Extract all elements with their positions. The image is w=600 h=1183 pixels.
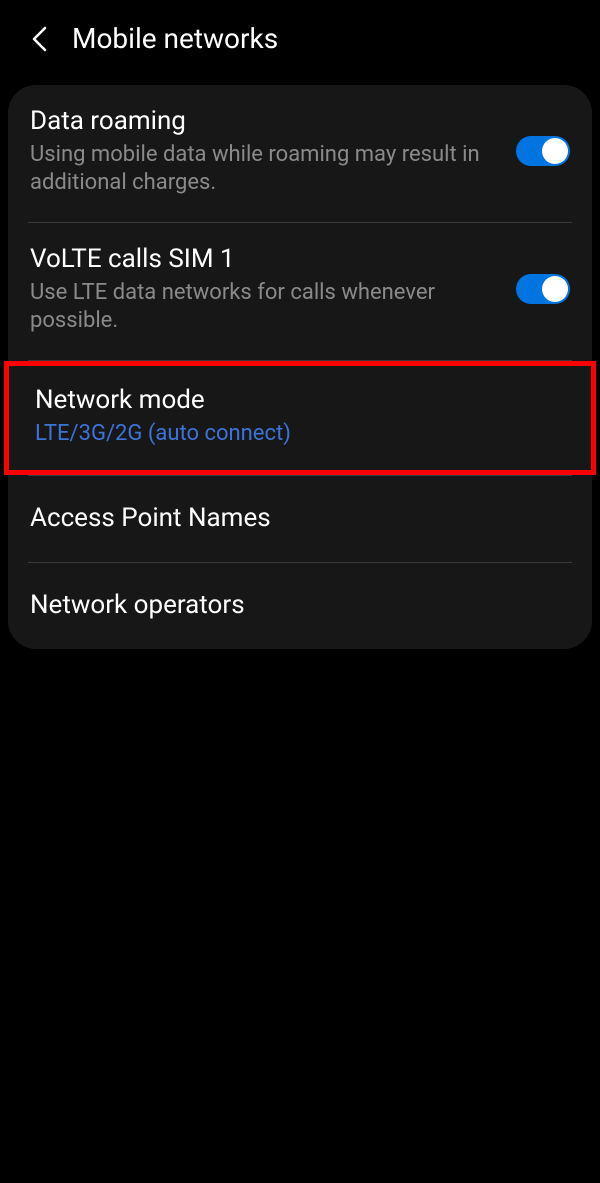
data-roaming-text: Data roaming Using mobile data while roa… (30, 105, 516, 198)
page-title: Mobile networks (72, 22, 278, 55)
network-mode-text: Network mode LTE/3G/2G (auto connect) (35, 384, 565, 448)
toggle-knob (542, 138, 568, 164)
network-mode-title: Network mode (35, 384, 549, 418)
network-mode-value: LTE/3G/2G (auto connect) (35, 420, 549, 449)
settings-card: Data roaming Using mobile data while roa… (8, 85, 592, 649)
apn-text: Access Point Names (30, 502, 570, 536)
volte-toggle[interactable] (516, 274, 570, 304)
volte-title: VoLTE calls SIM 1 (30, 243, 500, 277)
apn-title: Access Point Names (30, 502, 554, 536)
data-roaming-toggle[interactable] (516, 136, 570, 166)
data-roaming-title: Data roaming (30, 105, 500, 139)
operators-row[interactable]: Network operators (8, 563, 592, 649)
volte-subtitle: Use LTE data networks for calls whenever… (30, 279, 500, 336)
apn-row[interactable]: Access Point Names (8, 476, 592, 562)
header: Mobile networks (0, 0, 600, 77)
operators-text: Network operators (30, 589, 570, 623)
back-icon[interactable] (28, 28, 50, 50)
volte-text: VoLTE calls SIM 1 Use LTE data networks … (30, 243, 516, 336)
toggle-knob (542, 276, 568, 302)
volte-row[interactable]: VoLTE calls SIM 1 Use LTE data networks … (8, 223, 592, 360)
data-roaming-row[interactable]: Data roaming Using mobile data while roa… (8, 85, 592, 222)
data-roaming-subtitle: Using mobile data while roaming may resu… (30, 141, 500, 198)
network-mode-row[interactable]: Network mode LTE/3G/2G (auto connect) (4, 361, 596, 475)
operators-title: Network operators (30, 589, 554, 623)
